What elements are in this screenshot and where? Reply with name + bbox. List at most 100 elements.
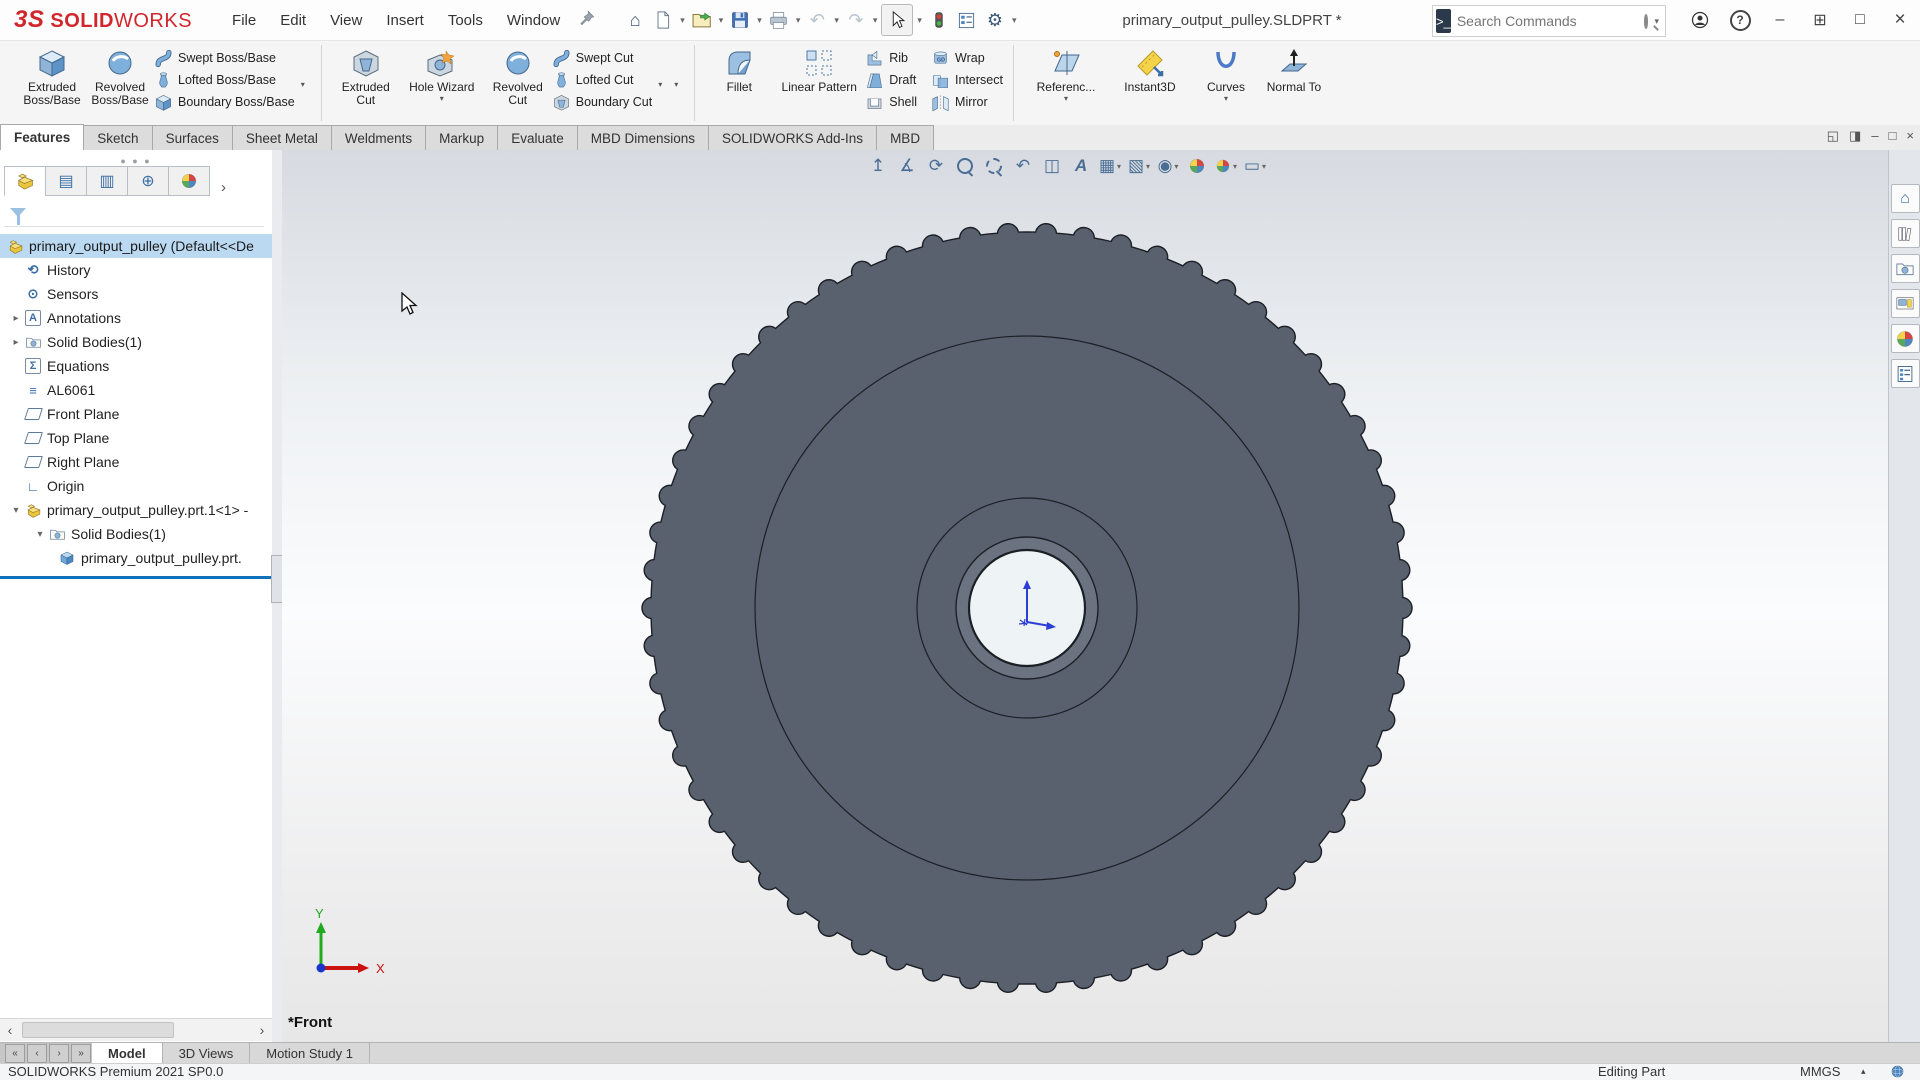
model-canvas[interactable]: Y X: [282, 150, 1888, 1042]
tree-item-body[interactable]: primary_output_pulley.prt.: [0, 546, 272, 570]
print-button[interactable]: [766, 7, 792, 33]
options-dropdown-icon[interactable]: ▾: [1012, 15, 1017, 26]
menu-pin-icon[interactable]: [578, 9, 596, 32]
tree-item-annotations[interactable]: ▸ A Annotations: [0, 306, 272, 330]
tab-evaluate[interactable]: Evaluate: [497, 125, 578, 150]
home-button[interactable]: ⌂: [622, 7, 648, 33]
instant3d-button[interactable]: Instant3D: [1108, 43, 1192, 94]
boundary-boss-base-button[interactable]: Boundary Boss/Base: [154, 91, 295, 113]
revolved-boss-base-button[interactable]: Revolved Boss/Base: [86, 43, 154, 107]
tree-item-equations[interactable]: Σ Equations: [0, 354, 272, 378]
tree-item-history[interactable]: ⟲ History: [0, 258, 272, 282]
swept-boss-base-button[interactable]: Swept Boss/Base: [154, 47, 295, 69]
featuremanager-tab[interactable]: [4, 166, 46, 196]
normal-to-button[interactable]: Normal To: [1260, 43, 1328, 94]
pane-left-icon[interactable]: ◱: [1827, 128, 1839, 144]
design-library-button[interactable]: [1890, 219, 1920, 248]
doc-restore-button[interactable]: □: [1889, 128, 1897, 144]
graphics-viewport[interactable]: Y X ↥ ∡ ⟳ ↶ ◫ A ▦ ▧ ◉: [282, 150, 1888, 1042]
tree-item-origin[interactable]: ∟ Origin: [0, 474, 272, 498]
tree-item-top-plane[interactable]: Top Plane: [0, 426, 272, 450]
undo-dropdown-icon[interactable]: ▾: [834, 15, 839, 26]
file-explorer-button[interactable]: [1890, 254, 1920, 283]
mirror-button[interactable]: Mirror: [931, 91, 1003, 113]
propertymanager-tab[interactable]: ▤: [45, 166, 87, 196]
view-settings-icon[interactable]: ▭: [1244, 154, 1266, 178]
annotation-views-icon[interactable]: A: [1070, 154, 1092, 178]
measure-icon[interactable]: ∡: [896, 154, 918, 178]
file-properties-button[interactable]: [954, 7, 980, 33]
revolved-cut-button[interactable]: Revolved Cut: [484, 43, 552, 107]
last-tab-button[interactable]: »: [71, 1044, 91, 1063]
print-dropdown-icon[interactable]: ▾: [796, 15, 801, 26]
cut-flyout-caret2-icon[interactable]: ▾: [668, 80, 684, 89]
cut-flyout-caret-icon[interactable]: ▾: [652, 80, 668, 89]
view-palette-button[interactable]: [1890, 289, 1920, 318]
menu-window[interactable]: Window: [495, 12, 572, 29]
zoom-to-area-icon[interactable]: [983, 154, 1005, 178]
tree-item-solid-bodies-child[interactable]: ▾ Solid Bodies(1): [0, 522, 272, 546]
menu-tools[interactable]: Tools: [436, 12, 495, 29]
reference-geometry-button[interactable]: Referenc... ▾: [1024, 43, 1108, 103]
menu-view[interactable]: View: [318, 12, 374, 29]
boundary-cut-button[interactable]: Boundary Cut: [552, 91, 652, 113]
new-dropdown-icon[interactable]: ▾: [680, 15, 685, 26]
boss-flyout-caret-icon[interactable]: ▾: [295, 80, 311, 89]
reference-caret-icon[interactable]: ▾: [1024, 94, 1108, 103]
select-tool-button[interactable]: [881, 4, 914, 36]
rib-button[interactable]: Rib: [865, 47, 917, 69]
tree-root-item[interactable]: primary_output_pulley (Default<<De: [0, 234, 272, 258]
open-button[interactable]: [689, 7, 715, 33]
scroll-right-icon[interactable]: ›: [252, 1022, 272, 1038]
zoom-to-fit-icon[interactable]: [954, 154, 976, 178]
next-tab-button[interactable]: ›: [49, 1044, 69, 1063]
pane-right-icon[interactable]: ◨: [1849, 128, 1861, 144]
scroll-thumb[interactable]: [22, 1022, 174, 1038]
fillet-button[interactable]: Fillet: [705, 43, 773, 94]
tree-item-right-plane[interactable]: Right Plane: [0, 450, 272, 474]
previous-view-icon[interactable]: ↶: [1012, 154, 1034, 178]
restore-button[interactable]: □: [1840, 0, 1880, 40]
panel-flyout-icon[interactable]: ›: [221, 179, 226, 196]
taskpane-home-button[interactable]: ⌂: [1890, 184, 1920, 213]
view-normal-to-icon[interactable]: ↥: [867, 154, 889, 178]
tree-filter-bar[interactable]: [4, 198, 264, 227]
search-icon[interactable]: [1643, 13, 1649, 29]
status-tag-icon[interactable]: [1890, 1064, 1905, 1079]
tab-3d-views[interactable]: 3D Views: [163, 1043, 251, 1064]
tree-item-front-plane[interactable]: Front Plane: [0, 402, 272, 426]
rotate-view-icon[interactable]: ⟳: [925, 154, 947, 178]
first-tab-button[interactable]: «: [5, 1044, 25, 1063]
shell-button[interactable]: Shell: [865, 91, 917, 113]
draft-button[interactable]: Draft: [865, 69, 917, 91]
menu-edit[interactable]: Edit: [268, 12, 318, 29]
tab-mbd-dimensions[interactable]: MBD Dimensions: [576, 125, 710, 150]
section-view-icon[interactable]: ◫: [1041, 154, 1063, 178]
intersect-button[interactable]: Intersect: [931, 69, 1003, 91]
view-orientation-icon[interactable]: ▦: [1099, 154, 1121, 178]
tab-surfaces[interactable]: Surfaces: [151, 125, 233, 150]
doc-close-button[interactable]: ×: [1906, 128, 1914, 144]
tree-item-material[interactable]: ≡ AL6061: [0, 378, 272, 402]
lofted-cut-button[interactable]: Lofted Cut: [552, 69, 652, 91]
user-account-icon[interactable]: [1680, 0, 1720, 40]
tab-model[interactable]: Model: [92, 1043, 163, 1064]
appearances-button[interactable]: [1890, 324, 1920, 353]
open-dropdown-icon[interactable]: ▾: [719, 15, 724, 26]
rollback-bar[interactable]: [0, 576, 272, 579]
expander-icon[interactable]: ▾: [32, 529, 48, 540]
tab-sheet-metal[interactable]: Sheet Metal: [231, 125, 332, 150]
tab-features[interactable]: Features: [0, 124, 85, 150]
display-style-icon[interactable]: ▧: [1128, 154, 1150, 178]
custom-properties-button[interactable]: [1890, 359, 1920, 388]
linear-pattern-button[interactable]: Linear Pattern: [773, 43, 865, 94]
expander-icon[interactable]: ▾: [8, 505, 24, 516]
undo-button[interactable]: ↶: [804, 7, 830, 33]
tab-markup[interactable]: Markup: [425, 125, 499, 150]
tab-motion-study-1[interactable]: Motion Study 1: [250, 1043, 370, 1064]
save-button[interactable]: [727, 7, 753, 33]
menu-insert[interactable]: Insert: [374, 12, 436, 29]
tree-item-sensors[interactable]: ⊙ Sensors: [0, 282, 272, 306]
previous-tab-button[interactable]: ‹: [27, 1044, 47, 1063]
options-button[interactable]: ⚙: [982, 7, 1008, 33]
